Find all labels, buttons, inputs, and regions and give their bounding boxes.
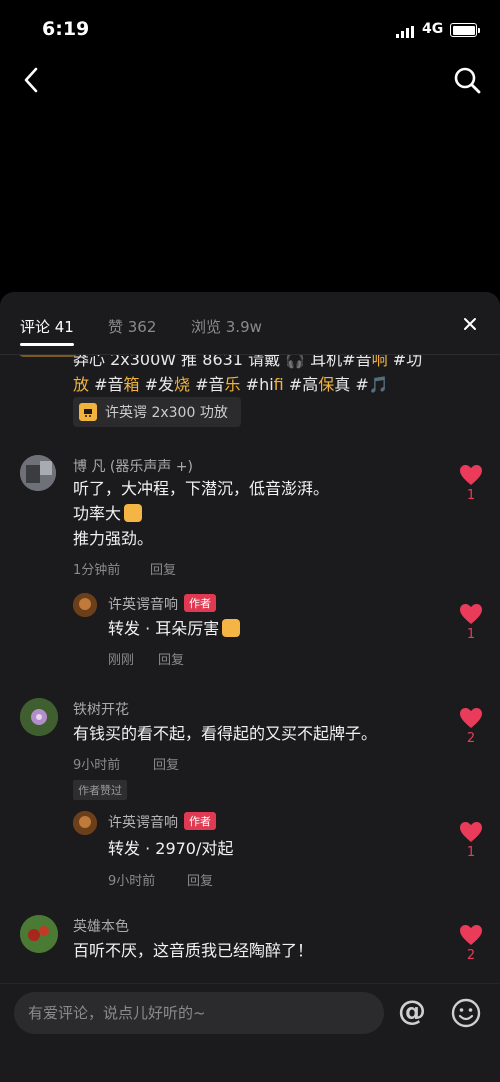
like-button[interactable]: 1 bbox=[458, 821, 484, 860]
comment-input-bar: @ bbox=[0, 983, 500, 1082]
like-button[interactable]: 2 bbox=[458, 924, 484, 963]
reply-button[interactable]: 回复 bbox=[153, 754, 179, 773]
like-count: 2 bbox=[466, 948, 476, 963]
reply-text: 转发 · 耳朵厉害 bbox=[108, 616, 241, 641]
reply-time: 刚刚 bbox=[108, 653, 135, 668]
status-bar: 6:19 4G bbox=[0, 0, 500, 60]
like-count: 1 bbox=[466, 627, 476, 642]
heart-icon bbox=[460, 925, 482, 945]
thumbs-up-icon bbox=[124, 504, 143, 522]
comment-sheet: 评论 41 赞 362 浏览 3.9w 莽心 2x300W 推 8631 请戴 … bbox=[0, 292, 500, 1082]
heart-icon bbox=[460, 708, 482, 728]
avatar[interactable] bbox=[73, 811, 97, 835]
comment-time: 1分钟前 bbox=[73, 563, 121, 578]
headphone-icon: 🎧 bbox=[280, 355, 311, 369]
heart-icon bbox=[460, 465, 482, 485]
signal-icon bbox=[396, 26, 414, 38]
heart-icon bbox=[460, 604, 482, 624]
like-button[interactable]: 1 bbox=[458, 603, 484, 642]
like-count: 1 bbox=[466, 845, 476, 860]
status-time: 6:19 bbox=[42, 18, 90, 40]
like-count: 2 bbox=[466, 731, 476, 746]
avatar[interactable] bbox=[73, 593, 97, 617]
reply-time: 9小时前 bbox=[108, 874, 156, 889]
reply-button[interactable]: 回复 bbox=[187, 870, 213, 889]
product-label: 许英谔 2x300 功放 bbox=[105, 405, 228, 421]
like-count: 1 bbox=[466, 488, 476, 503]
comment-input[interactable] bbox=[14, 992, 384, 1034]
comment-text: 百听不厌，这音质我已经陶醉了！ bbox=[73, 941, 314, 960]
avatar[interactable] bbox=[20, 698, 58, 736]
product-link[interactable]: 许英谔 2x300 功放 bbox=[73, 397, 241, 427]
tab-likes[interactable]: 赞 362 bbox=[108, 316, 156, 337]
tab-comments[interactable]: 评论 41 bbox=[20, 316, 74, 346]
comment-username[interactable]: 博 凡 (器乐声声 +) bbox=[73, 456, 193, 476]
emoji-icon[interactable] bbox=[450, 997, 482, 1029]
thumbs-up-icon bbox=[222, 619, 241, 637]
comment-username[interactable]: 英雄本色 bbox=[73, 916, 129, 936]
tab-views[interactable]: 浏览 3.9w bbox=[191, 316, 262, 337]
comment-list[interactable]: 莽心 2x300W 推 8631 请戴 🎧 耳机#音响 #功 放 #音箱 #发烧… bbox=[0, 355, 500, 983]
music-note-icon: 🎵 bbox=[368, 375, 389, 394]
reply-username[interactable]: 许英谔音响 作者 bbox=[108, 594, 216, 614]
avatar[interactable] bbox=[20, 455, 56, 491]
cart-icon bbox=[79, 403, 97, 421]
post-text: 莽心 2x300W 推 8631 请戴 🎧 耳机#音响 #功 放 #音箱 #发烧… bbox=[73, 355, 433, 397]
search-icon[interactable] bbox=[451, 64, 483, 96]
comment-time: 9小时前 bbox=[73, 758, 121, 773]
mention-icon[interactable]: @ bbox=[398, 994, 426, 1027]
like-button[interactable]: 2 bbox=[458, 707, 484, 746]
comment-text: 有钱买的看不起，看得起的又买不起牌子。 bbox=[73, 724, 378, 743]
network-label: 4G bbox=[422, 21, 444, 37]
close-icon[interactable] bbox=[458, 312, 482, 336]
reply-button[interactable]: 回复 bbox=[158, 649, 184, 668]
comment-text: 听了，大冲程，下潜沉，低音澎湃。 功率大 推力强劲。 bbox=[73, 479, 330, 548]
author-badge: 作者 bbox=[184, 594, 216, 612]
battery-icon bbox=[450, 23, 480, 37]
like-button[interactable]: 1 bbox=[458, 464, 484, 503]
author-badge: 作者 bbox=[184, 812, 216, 830]
comment-tabs: 评论 41 赞 362 浏览 3.9w bbox=[0, 292, 500, 355]
author-liked-badge: 作者赞过 bbox=[73, 780, 127, 800]
avatar[interactable] bbox=[20, 915, 58, 953]
reply-username[interactable]: 许英谔音响 作者 bbox=[108, 812, 216, 832]
reply-text: 转发 · 2970/对起 bbox=[108, 839, 234, 858]
comment-username[interactable]: 铁树开花 bbox=[73, 699, 129, 719]
chevron-left-icon[interactable] bbox=[16, 64, 48, 96]
author-avatar-edge bbox=[18, 355, 78, 357]
heart-icon bbox=[460, 822, 482, 842]
reply-button[interactable]: 回复 bbox=[150, 559, 176, 578]
